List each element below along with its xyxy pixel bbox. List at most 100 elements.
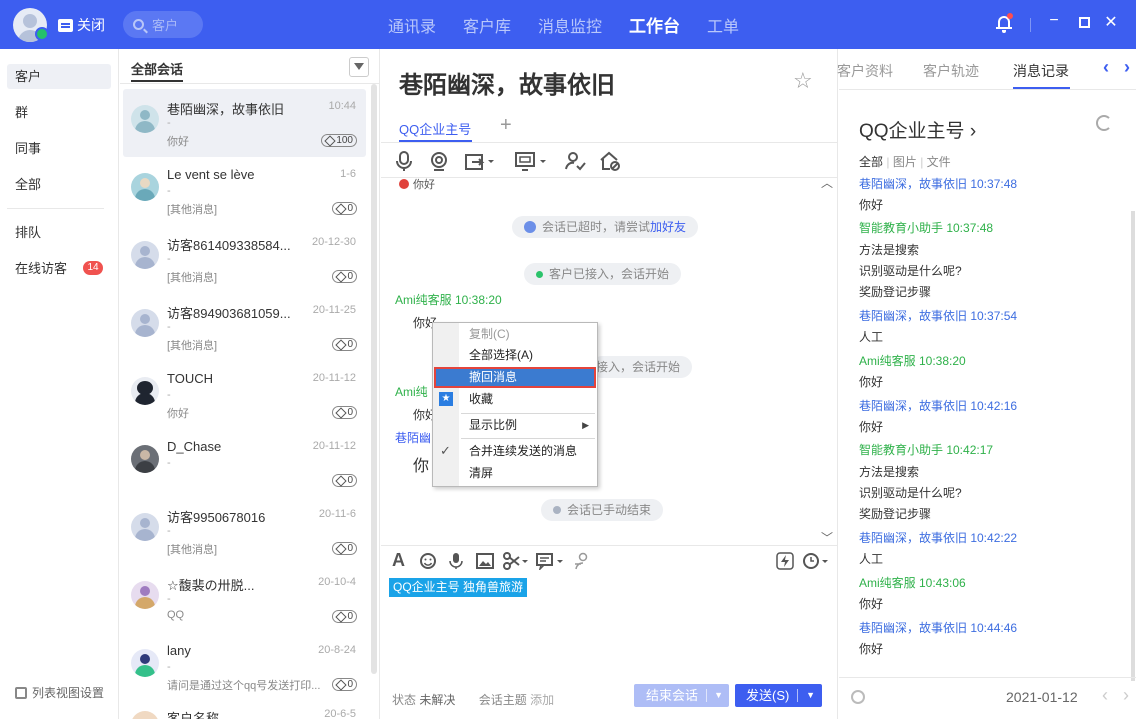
close-window-icon[interactable]: ✕ [1102,12,1120,32]
filter-all[interactable]: 全部 [859,155,883,169]
conversation-last-message: [其他消息] [167,544,218,556]
menu-item-favorite[interactable]: 收藏 [434,389,596,410]
menu-item-recall-message[interactable]: 撤回消息 [434,367,596,388]
dropdown-arrow-icon[interactable]: ▼ [806,684,815,707]
conversation-item[interactable]: 客户名称 20-6-5 [123,701,366,719]
transfer-icon[interactable] [464,150,496,172]
tab-customer-track[interactable]: 客户轨迹 [923,61,979,81]
message-text[interactable]: 你 [413,452,429,476]
emoji-icon[interactable] [419,552,437,570]
tab-message-monitor[interactable]: 消息监控 [538,13,602,37]
maximize-icon[interactable] [1075,14,1093,28]
search-input[interactable]: 客户 [123,11,203,38]
conversation-item[interactable]: TOUCH 20-11-12 - 你好 0 [123,361,366,429]
filter-files[interactable]: 文件 [927,155,951,169]
record-sender: 巷陌幽深，故事依旧 10:42:16 [859,399,1018,413]
avatar [131,173,159,201]
conversation-sub: - [167,117,171,129]
conversation-item[interactable]: 巷陌幽深，故事依旧 10:44 - 你好 100 [123,89,366,157]
conversation-item[interactable]: lany 20-8-24 - 请问是通过这个qq号发送打印... 0 [123,633,366,701]
dropdown-arrow-icon[interactable]: ▼ [714,684,723,707]
history-icon[interactable] [802,552,830,570]
screen-share-icon[interactable] [514,150,548,172]
home-block-icon[interactable] [599,150,621,172]
sidebar-item-colleagues[interactable]: 同事 [7,136,111,161]
sidebar-item-queue[interactable]: 排队 [7,220,111,245]
status-value[interactable]: 未解决 [419,693,455,707]
end-session-button[interactable]: 结束会话 ▼ [634,684,729,707]
scrollbar[interactable] [371,84,377,674]
menu-item-merge-messages[interactable]: 合并连续发送的消息 [434,441,596,462]
add-tab-button[interactable]: + [500,114,512,137]
active-tab-underline [131,80,183,82]
menu-item-copy[interactable]: 复制(C) [434,324,596,345]
menu-item-clear-screen[interactable]: 清屏 [434,463,596,484]
star-icon[interactable]: ☆ [793,68,813,94]
conversation-item[interactable]: 访客894903681059... 20-11-25 - [其他消息] 0 [123,293,366,361]
conversation-item[interactable]: D_Chase 20-11-12 - 0 [123,429,366,497]
voice-icon[interactable] [447,552,465,570]
menu-item-select-all[interactable]: 全部选择(A) [434,345,596,366]
record-sender: 巷陌幽深，故事依旧 10:42:22 [859,531,1018,545]
lightning-icon[interactable] [776,552,794,570]
conversation-name: 巷陌幽深，故事依旧 [167,102,285,117]
quick-reply-icon[interactable] [536,552,564,570]
webcam-icon[interactable] [428,150,450,172]
divider [381,142,838,143]
conversation-item[interactable]: ☆馥裴の卅脱... 20-10-4 - QQ 0 [123,565,366,633]
filter-images[interactable]: 图片 [893,155,917,169]
tab-customer-profile[interactable]: 客户资料 [837,61,893,81]
conversation-list-title[interactable]: 全部会话 [131,59,183,78]
account-tag[interactable]: QQ企业主号 独角兽旅游 [389,578,528,597]
tab-customer-base[interactable]: 客户库 [463,13,511,37]
conversation-item[interactable]: Le vent se lève 1-6 - [其他消息] 0 [123,157,366,225]
tab-tickets[interactable]: 工单 [707,13,739,37]
sidebar-item-all[interactable]: 全部 [7,172,111,197]
bell-icon[interactable] [996,13,1013,33]
tab-qq-enterprise[interactable]: QQ企业主号 [399,119,471,138]
minimize-icon[interactable]: − [1045,12,1063,30]
conversation-name: 客户名称 [167,711,220,719]
conversation-sub: - [167,389,171,401]
scrollbar[interactable] [1131,211,1135,681]
filter-icon[interactable] [349,57,369,77]
scissors-icon[interactable] [503,552,529,570]
conversation-time: 20-8-24 [318,644,356,656]
add-friend-link[interactable]: 加好友 [650,220,686,234]
message-sender: Ami纯 [395,385,428,399]
record-date[interactable]: 2021-01-12 [1006,689,1078,705]
sidebar-item-groups[interactable]: 群 [7,100,111,125]
settings-icon [15,686,27,699]
search-icon[interactable] [851,690,865,704]
user-check-icon[interactable] [564,150,586,172]
record-text: 奖励登记步骤 [859,507,932,521]
user-transfer-icon[interactable] [573,552,593,570]
menu-item-zoom[interactable]: 显示比例 [434,415,596,436]
send-button[interactable]: 发送(S) ▼ [735,684,822,707]
tab-workbench[interactable]: 工作台 [629,12,680,37]
topic-add-link[interactable]: 添加 [530,693,554,707]
tab-contacts[interactable]: 通讯录 [388,13,436,37]
conversation-last-message: QQ [167,609,185,621]
list-view-settings-button[interactable]: 列表视图设置 [15,684,104,701]
scroll-down-icon[interactable]: ﹀ [821,529,833,546]
chevron-right-icon[interactable]: › [1123,685,1129,706]
tab-message-records[interactable]: 消息记录 [1013,61,1069,81]
refresh-icon[interactable] [1096,115,1112,131]
conversation-item[interactable]: 访客861409338584... 20-12-30 - [其他消息] 0 [123,225,366,293]
chevron-left-icon[interactable]: ‹ [1102,685,1108,706]
unread-badge: 0 [332,338,357,351]
font-icon[interactable]: A [392,550,410,570]
sidebar-item-customers[interactable]: 客户 [7,64,111,89]
chevron-right-icon[interactable]: › [1124,57,1130,78]
conversation-item[interactable]: 访客9950678016 20-11-6 - [其他消息] 0 [123,497,366,565]
microphone-icon[interactable] [393,150,415,172]
image-icon[interactable] [476,552,494,570]
scroll-up-icon[interactable]: ︿ [821,174,833,191]
conversation-time: 20-6-5 [324,708,356,719]
account-selector[interactable]: QQ企业主号 › [859,116,976,143]
close-button[interactable]: 关闭 [58,15,105,35]
divider [706,689,707,702]
chevron-left-icon[interactable]: ‹ [1103,57,1109,78]
conversation-name: 访客861409338584... [167,238,291,253]
